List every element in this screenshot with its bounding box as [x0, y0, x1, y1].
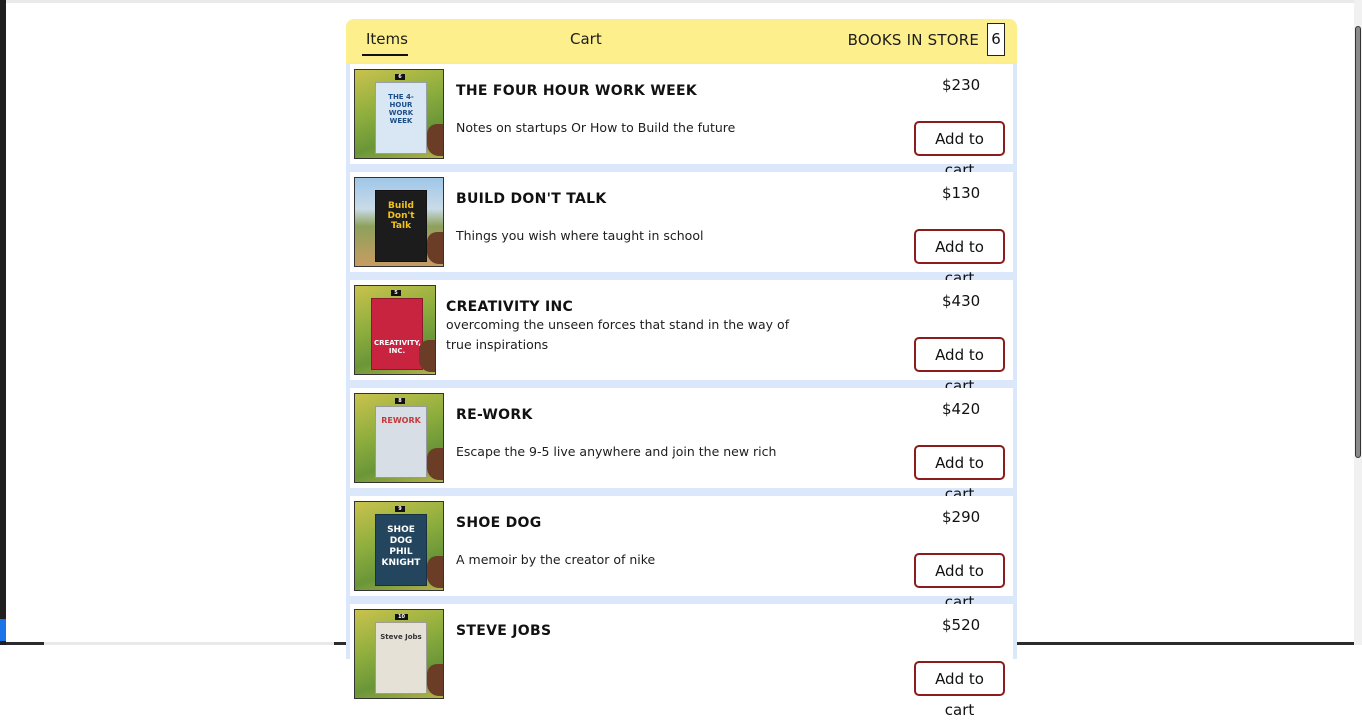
cover-badge: 9	[395, 506, 405, 512]
book-price: $520	[942, 616, 980, 634]
cover-text: Steve Jobs	[378, 633, 424, 641]
bookstore-app: Items Cart BOOKS IN STORE 6 6 THE 4-HOUR…	[346, 19, 1017, 659]
book-cover-image: 9 SHOE DOG PHIL KNIGHT	[354, 501, 444, 591]
book-card: 9 SHOE DOG PHIL KNIGHT SHOE DOG A memoir…	[350, 496, 1013, 596]
window-left-edge	[0, 0, 6, 645]
book-title: RE-WORK	[456, 407, 533, 423]
book-title: CREATIVITY INC	[446, 299, 573, 315]
book-price: $430	[942, 292, 980, 310]
book-card: Build Don't Talk BUILD DON'T TALK Things…	[350, 172, 1013, 272]
tab-items[interactable]: Items	[366, 30, 408, 48]
book-description: A memoir by the creator of nike	[456, 550, 806, 570]
books-in-store-count: 6	[987, 23, 1005, 56]
book-cover-image: 6 THE 4-HOUR WORK WEEK	[354, 69, 444, 159]
book-card: 10 Steve Jobs STEVE JOBS $520 Add to car…	[350, 604, 1013, 704]
book-title: THE FOUR HOUR WORK WEEK	[456, 83, 697, 99]
book-title: STEVE JOBS	[456, 623, 551, 639]
cover-text: CREATIVITY, INC.	[374, 339, 420, 355]
book-price: $130	[942, 184, 980, 202]
book-description: Escape the 9-5 live anywhere and join th…	[456, 442, 806, 462]
book-title: SHOE DOG	[456, 515, 542, 531]
book-title: BUILD DON'T TALK	[456, 191, 606, 207]
book-description: Things you wish where taught in school	[456, 226, 806, 246]
scrollbar-thumb[interactable]	[1355, 26, 1361, 458]
books-in-store-label: BOOKS IN STORE	[848, 31, 979, 49]
add-to-cart-button[interactable]: Add to cart	[914, 445, 1005, 480]
cover-badge: 5	[391, 290, 401, 296]
add-to-cart-button[interactable]: Add to cart	[914, 337, 1005, 372]
book-card: 5 CREATIVITY, INC. CREATIVITY INC overco…	[350, 280, 1013, 380]
book-price: $420	[942, 400, 980, 418]
cover-badge: 10	[395, 614, 408, 620]
book-cover-image: 10 Steve Jobs	[354, 609, 444, 699]
add-to-cart-button[interactable]: Add to cart	[914, 229, 1005, 264]
book-description: overcoming the unseen forces that stand …	[446, 315, 796, 355]
book-cover-image: 5 CREATIVITY, INC.	[354, 285, 436, 375]
tab-items-label: Items	[366, 30, 408, 48]
book-description: Notes on startups Or How to Build the fu…	[456, 118, 806, 138]
add-to-cart-button[interactable]: Add to cart	[914, 553, 1005, 588]
active-tab-underline	[362, 54, 408, 56]
book-cover-image: 8 REWORK	[354, 393, 444, 483]
cover-text: SHOE DOG PHIL KNIGHT	[378, 525, 424, 569]
book-card: 8 REWORK RE-WORK Escape the 9-5 live any…	[350, 388, 1013, 488]
book-price: $290	[942, 508, 980, 526]
page-scrollbar[interactable]	[1354, 0, 1362, 645]
cover-text: Build Don't Talk	[378, 201, 424, 231]
book-card: 6 THE 4-HOUR WORK WEEK THE FOUR HOUR WOR…	[350, 64, 1013, 164]
window-top-border	[6, 0, 1356, 3]
tab-cart-label: Cart	[570, 30, 602, 48]
add-to-cart-button[interactable]: Add to cart	[914, 661, 1005, 696]
cover-text: REWORK	[378, 417, 424, 425]
taskbar-accent	[0, 619, 6, 641]
cover-badge: 8	[395, 398, 405, 404]
add-to-cart-button[interactable]: Add to cart	[914, 121, 1005, 156]
cover-text: THE 4-HOUR WORK WEEK	[378, 93, 424, 125]
cover-badge: 6	[395, 74, 405, 80]
tab-cart[interactable]: Cart	[570, 30, 602, 48]
top-navbar: Items Cart BOOKS IN STORE 6	[346, 19, 1017, 63]
book-price: $230	[942, 76, 980, 94]
book-cover-image: Build Don't Talk	[354, 177, 444, 267]
